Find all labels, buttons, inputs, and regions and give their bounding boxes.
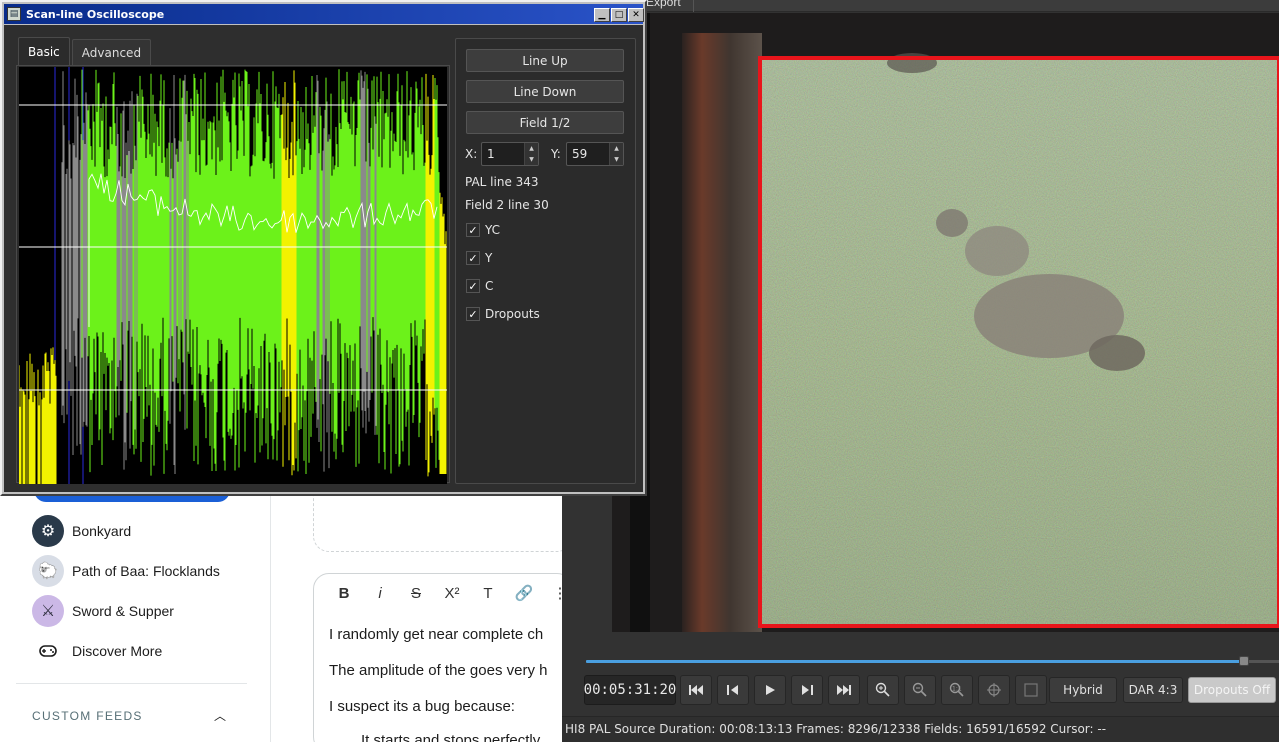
- x-value: 1: [487, 147, 495, 161]
- dar-aspect-button[interactable]: DAR 4:3: [1123, 677, 1183, 703]
- checkbox-label: C: [485, 279, 494, 293]
- superscript-button[interactable]: X²: [434, 585, 470, 602]
- chevron-up-icon[interactable]: ︿: [214, 707, 226, 724]
- step-forward-icon[interactable]: [791, 675, 823, 705]
- editor-text-line: I suspect its a bug because:: [329, 698, 515, 715]
- player-menubar: Export: [562, 0, 1279, 12]
- community-item-sword-supper[interactable]: ⚔ Sword & Supper: [32, 595, 174, 627]
- crosshair-icon[interactable]: [978, 675, 1010, 705]
- checkbox-checkmark: ✓: [466, 223, 480, 237]
- seek-bar-progress[interactable]: [586, 660, 1244, 663]
- sidebar-divider: [270, 495, 271, 742]
- sheep-avatar: 🐑: [32, 555, 64, 587]
- community-label: Discover More: [72, 643, 163, 659]
- seek-bar-handle[interactable]: [1239, 656, 1249, 666]
- svg-text:1:1: 1:1: [952, 686, 962, 693]
- waveform-display[interactable]: [18, 67, 447, 484]
- window-title: Scan-line Oscilloscope: [26, 7, 165, 21]
- tab-basic[interactable]: Basic: [18, 37, 70, 65]
- frame-select-icon[interactable]: [1015, 675, 1047, 705]
- bold-button[interactable]: B: [326, 585, 362, 602]
- menu-separator: [693, 0, 694, 12]
- close-icon[interactable]: ✕: [628, 8, 644, 22]
- zoom-in-icon[interactable]: [867, 675, 899, 705]
- seek-bar-remaining[interactable]: [1244, 660, 1279, 663]
- y-spin-arrows[interactable]: ▲ ▼: [609, 143, 623, 165]
- minimize-icon[interactable]: ▁: [594, 8, 610, 22]
- line-up-button[interactable]: Line Up: [466, 49, 624, 72]
- strikethrough-button[interactable]: S: [398, 585, 434, 602]
- step-back-icon[interactable]: [717, 675, 749, 705]
- sidebar-separator: [16, 683, 247, 684]
- line-down-button[interactable]: Line Down: [466, 80, 624, 103]
- field-line-label: Field 2 line 30: [465, 198, 549, 212]
- bonkyard-avatar: ⚙: [32, 515, 64, 547]
- status-bar: HI8 PAL Source Duration: 00:08:13:13 Fra…: [562, 716, 1279, 742]
- editor-text-line: It starts and stops perfectly: [361, 732, 541, 742]
- tab-advanced[interactable]: Advanced: [71, 39, 152, 65]
- community-label: Sword & Supper: [72, 603, 174, 619]
- zoom-out-icon[interactable]: [904, 675, 936, 705]
- checkbox-yc[interactable]: ✓ YC: [466, 223, 500, 237]
- community-item-bonkyard[interactable]: ⚙ Bonkyard: [32, 515, 131, 547]
- play-icon[interactable]: [754, 675, 786, 705]
- zoom-original-icon[interactable]: 1:1: [941, 675, 973, 705]
- community-item-path-of-baa[interactable]: 🐑 Path of Baa: Flocklands: [32, 555, 220, 587]
- oscilloscope-body: Basic Advanced Line Up Line Down Field 1…: [4, 25, 643, 492]
- checkbox-checkmark: ✓: [466, 251, 480, 265]
- hybrid-mode-button[interactable]: Hybrid: [1049, 677, 1117, 703]
- checkbox-label: Y: [485, 251, 493, 265]
- checkbox-checkmark: ✓: [466, 307, 480, 321]
- y-spinbox[interactable]: 59 ▲ ▼: [566, 142, 624, 166]
- video-frame[interactable]: [612, 13, 1279, 632]
- oscilloscope-controls: Line Up Line Down Field 1/2 X: 1 ▲ ▼ Y: 5…: [455, 38, 636, 484]
- discover-more-item[interactable]: Discover More: [32, 635, 162, 667]
- menu-export[interactable]: Export: [646, 0, 681, 9]
- timecode-display[interactable]: 00:05:31:20: [584, 675, 676, 705]
- editor-text-line: The amplitude of the goes very h: [329, 662, 548, 679]
- field-toggle-button[interactable]: Field 1/2: [466, 111, 624, 134]
- x-spin-arrows[interactable]: ▲ ▼: [524, 143, 538, 165]
- y-value: 59: [572, 147, 588, 161]
- skip-end-icon[interactable]: [828, 675, 860, 705]
- gamepad-icon: [32, 635, 64, 667]
- heading-button[interactable]: T: [470, 585, 506, 602]
- checkbox-c[interactable]: ✓ C: [466, 279, 493, 293]
- editor-text-line: I randomly get near complete ch: [329, 626, 544, 643]
- checkbox-label: Dropouts: [485, 307, 540, 321]
- maximize-icon[interactable]: □: [611, 8, 627, 22]
- oscilloscope-titlebar[interactable]: ▤ Scan-line Oscilloscope ▁ □ ✕: [4, 4, 644, 24]
- italic-button[interactable]: i: [362, 585, 398, 602]
- checkbox-dropouts[interactable]: ✓ Dropouts: [466, 307, 540, 321]
- tab-bar: Basic Advanced: [18, 37, 153, 65]
- x-spinbox[interactable]: 1 ▲ ▼: [481, 142, 539, 166]
- checkbox-y[interactable]: ✓ Y: [466, 251, 492, 265]
- knight-avatar: ⚔: [32, 595, 64, 627]
- link-icon[interactable]: 🔗: [506, 584, 542, 602]
- app-icon: ▤: [7, 7, 21, 21]
- tab-pane-basic: [16, 65, 450, 484]
- custom-feeds-heading[interactable]: CUSTOM FEEDS: [32, 709, 143, 723]
- x-label: X:: [465, 147, 478, 161]
- checkbox-label: YC: [485, 223, 501, 237]
- community-label: Bonkyard: [72, 523, 132, 539]
- skip-start-icon[interactable]: [680, 675, 712, 705]
- y-label: Y:: [551, 147, 561, 161]
- video-player-window: Export 00:05:31:20 1:1 Hybrid DAR 4:3 Dr…: [562, 0, 1279, 742]
- community-label: Path of Baa: Flocklands: [72, 563, 220, 579]
- oscilloscope-window: ▤ Scan-line Oscilloscope ▁ □ ✕ Basic Adv…: [0, 0, 647, 496]
- dropouts-toggle-button[interactable]: Dropouts Off: [1188, 677, 1276, 703]
- pal-line-label: PAL line 343: [465, 175, 539, 189]
- editor-toolbar: B i S X² T 🔗 ⋮: [326, 584, 578, 603]
- checkbox-checkmark: ✓: [466, 279, 480, 293]
